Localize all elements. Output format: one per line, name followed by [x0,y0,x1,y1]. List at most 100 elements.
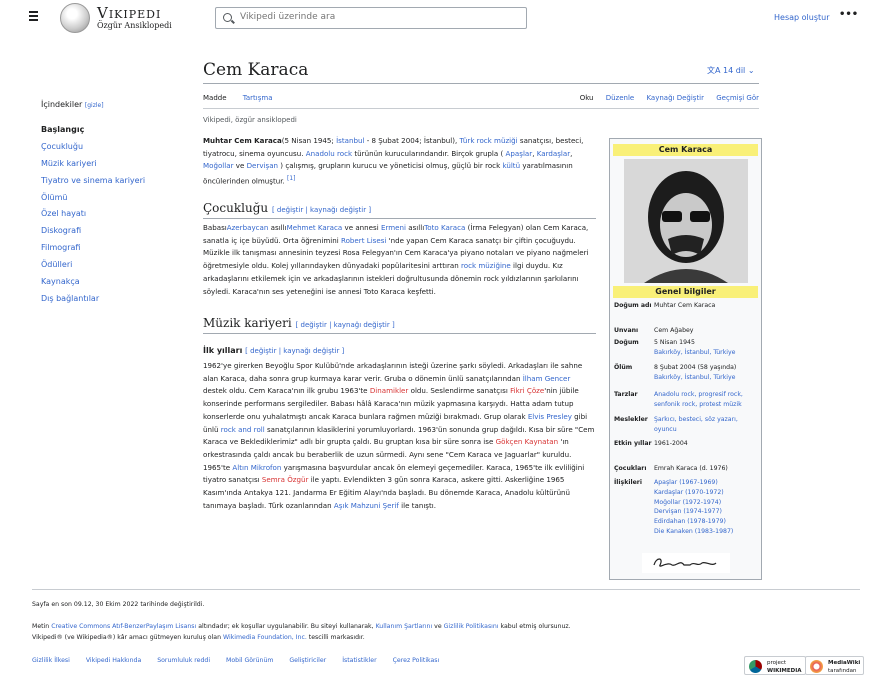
link-altin-mikrofon[interactable]: Altın Mikrofon [232,463,281,472]
language-button[interactable]: 文A 14 dil ⌄ [707,65,755,76]
link-kult[interactable]: kültü [502,161,520,170]
footer-link-mobile[interactable]: Mobil Görünüm [226,657,273,664]
infobox-title: Cem Karaca [613,144,758,156]
wikimedia-logo-icon [749,660,762,673]
trademark-notice: Vikipedi® (ve Wikipedia®) kâr amacı gütm… [32,634,365,641]
toc-item-theater-film[interactable]: Tiyatro ve sinema kariyeri [41,176,191,193]
infobox: Cem Karaca Genel bilgiler Doğum adı Muhta… [609,138,762,580]
link-elvis-presley[interactable]: Elvis Presley [528,412,572,421]
tab-read[interactable]: Oku [580,94,594,102]
toc-item-death[interactable]: Ölümü [41,193,191,210]
link-azerbaycan[interactable]: Azerbaycan [227,223,269,232]
footer-link-about[interactable]: Vikipedi Hakkında [86,657,141,664]
title-divider [203,83,759,84]
subsection-heading-early-years: İlk yılları [ değiştir | kaynağı değişti… [203,346,345,355]
toc-item-references[interactable]: Kaynakça [41,277,191,294]
birthplace-link[interactable]: Bakırköy, İstanbul, Türkiye [654,349,735,356]
band-link[interactable]: Apaşlar (1967-1969) [654,479,718,486]
heading-divider [203,218,596,219]
link-dinamikler[interactable]: Dinamikler [370,386,409,395]
toc-item-beginning[interactable]: Başlangıç [41,125,191,142]
footer-divider [32,589,860,590]
chevron-down-icon: ⌄ [747,66,755,75]
portrait-illustration [624,159,748,283]
section-heading-childhood: Çocukluğu [ değiştir | kaynağı değiştir … [203,201,372,215]
toc-item-music-career[interactable]: Müzik kariyeri [41,159,191,176]
tab-article[interactable]: Madde [203,94,227,102]
toc-item-childhood[interactable]: Çocukluğu [41,142,191,159]
section-heading-music-career: Müzik kariyeri [ değiştir | kaynağı deği… [203,316,395,330]
tab-history[interactable]: Geçmişi Gör [716,94,759,102]
search-box[interactable] [215,7,527,29]
link-robert-lisesi[interactable]: Robert Lisesi [341,236,386,245]
tab-edit-source[interactable]: Kaynağı Değiştir [646,94,704,102]
early-years-paragraph: 1962'ye girerken Beyoğlu Spor Kulübü'nde… [203,361,595,510]
toc-item-discography[interactable]: Diskografi [41,226,191,243]
band-link[interactable]: Dervişan (1974-1977) [654,508,722,515]
link-toto-karaca[interactable]: Toto Karaca [424,223,465,232]
link-mehmet-karaca[interactable]: Mehmet Karaca [287,223,343,232]
link-kardaslar[interactable]: Kardaşlar [537,149,570,158]
link-rock-muzigi[interactable]: rock müziğine [461,261,511,270]
link-mogollar[interactable]: Moğollar [203,161,234,170]
license-link[interactable]: Creative Commons Atıf-BenzerPaylaşım Lis… [51,623,196,630]
menu-icon[interactable] [29,11,41,23]
link-turk-rock[interactable]: Türk rock müziği [460,136,518,145]
deathplace-link[interactable]: Bakırköy, İstanbul, Türkiye [654,374,735,381]
link-dervisan[interactable]: Dervişan [247,161,278,170]
link-apaslar[interactable]: Apaşlar [506,149,533,158]
link-fikri-coze[interactable]: Fikri Çöze [510,386,544,395]
link-istanbul[interactable]: İstanbul [336,136,364,145]
footer-link-privacy[interactable]: Gizlilik İlkesi [32,657,70,664]
tabs-divider [203,108,759,109]
genres-links[interactable]: Anadolu rock, progresif rock, senfonik r… [654,390,760,410]
band-link[interactable]: Die Kanaken (1983-1987) [654,528,733,535]
link-ermeni[interactable]: Ermeni [381,223,406,232]
reference-link[interactable]: [1] [287,176,295,182]
toc-item-awards[interactable]: Ödülleri [41,260,191,277]
tab-talk[interactable]: Tartışma [243,94,273,102]
link-ilham-gencer[interactable]: İlham Gencer [523,374,571,383]
childhood-paragraph: BabasıAzerbaycan asıllıMehmet Karaca ve … [203,223,589,296]
signature-image [642,553,730,573]
wikimedia-project-badge[interactable]: project WIKIMEDIA [744,656,806,675]
section-edit-links[interactable]: [ değiştir | kaynağı değiştir ] [296,321,395,329]
translate-icon: 文A [707,66,721,75]
logo-wordmark[interactable]: Vikipedi [97,4,161,22]
portrait-photo[interactable] [624,159,748,283]
band-link[interactable]: Moğollar (1972-1974) [654,499,721,506]
search-icon [223,13,232,22]
license-notice: Metin Creative Commons Atıf-BenzerPaylaş… [32,623,571,630]
footer-link-statistics[interactable]: İstatistikler [342,657,376,664]
wikipedia-globe-logo[interactable] [60,3,90,33]
occupations-links[interactable]: Şarkıcı, besteci, söz yazarı, oyuncu [654,415,760,435]
more-options-icon[interactable]: ••• [839,9,858,20]
link-semra-ozgur[interactable]: Semra Özgür [262,475,309,484]
privacy-policy-link[interactable]: Gizlilik Politikasını [444,623,499,630]
link-rock-and-roll[interactable]: rock and roll [221,425,265,434]
mediawiki-logo-icon [810,660,823,673]
create-account-link[interactable]: Hesap oluştur [774,13,829,22]
toc-header: İçindekiler [gizle] [41,100,104,109]
namespace-tabs: Madde Tartışma [203,94,287,102]
link-gokcen-kaynatan[interactable]: Gökçen Kaynatan [496,437,559,446]
footer-link-disclaimer[interactable]: Sorumluluk reddi [157,657,210,664]
band-link[interactable]: Edirdahan (1978-1979) [654,518,726,525]
band-link[interactable]: Kardaşlar (1970-1972) [654,489,724,496]
page-title: Cem Karaca [203,60,309,80]
wikimedia-foundation-link[interactable]: Wikimedia Foundation, Inc. [223,634,307,641]
link-asik-mahzuni[interactable]: Aşık Mahzuni Şerif [334,501,399,510]
terms-link[interactable]: Kullanım Şartlarını [376,623,433,630]
footer-link-developers[interactable]: Geliştiriciler [289,657,326,664]
footer-link-cookie[interactable]: Çerez Politikası [393,657,440,664]
toc-item-external-links[interactable]: Dış bağlantılar [41,294,191,311]
section-edit-links[interactable]: [ değiştir | kaynağı değiştir ] [272,206,371,214]
search-input[interactable] [238,11,518,23]
toc-item-private-life[interactable]: Özel hayatı [41,209,191,226]
tab-edit[interactable]: Düzenle [606,94,635,102]
section-edit-links[interactable]: [ değiştir | kaynağı değiştir ] [245,347,344,355]
toc-hide-link[interactable]: [gizle] [85,102,104,109]
link-anadolu-rock[interactable]: Anadolu rock [306,149,352,158]
powered-by-mediawiki-badge[interactable]: MediaWiki tarafından [805,656,865,675]
toc-item-filmography[interactable]: Filmografi [41,243,191,260]
